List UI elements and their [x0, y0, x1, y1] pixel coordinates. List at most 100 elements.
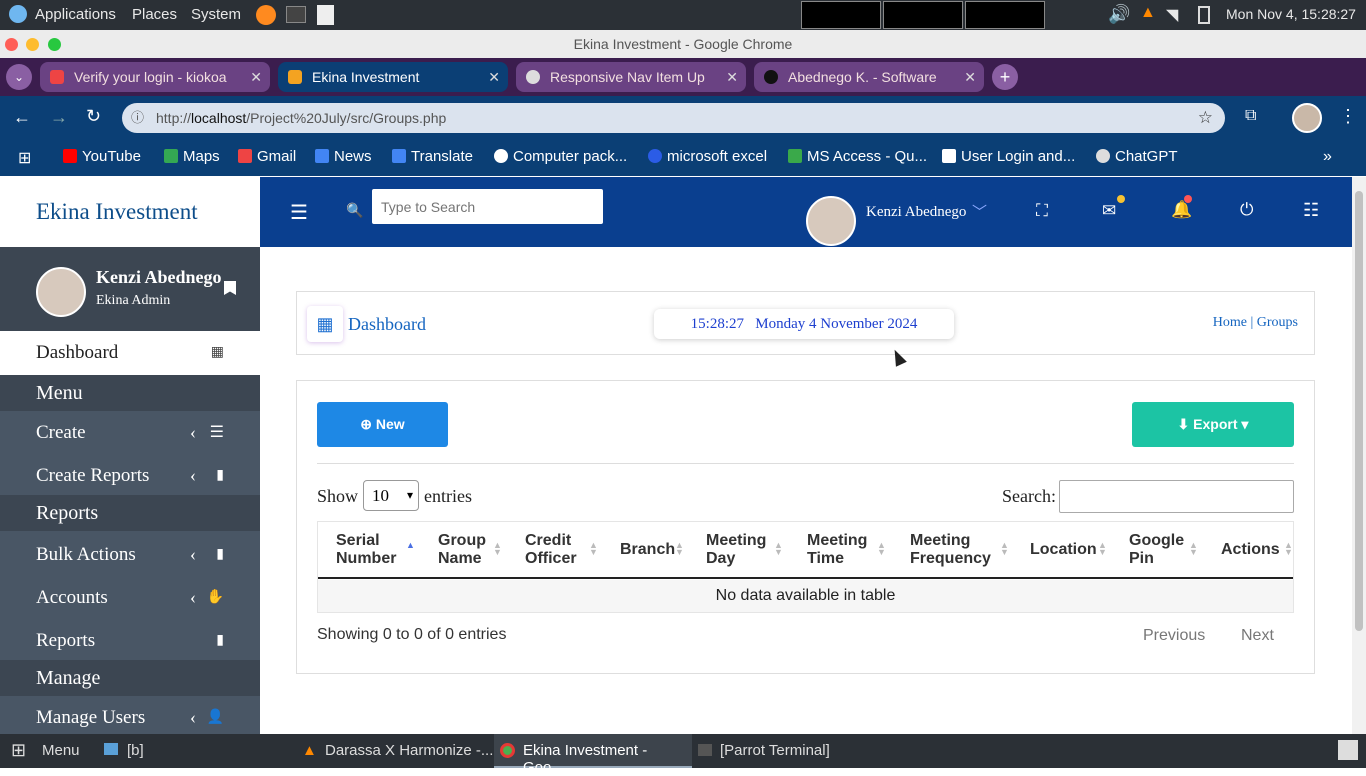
sidebar-item-label: Create Reports	[36, 465, 150, 486]
browser-toolbar: ← → ↻ ⓘ http://localhost/Project%20July/…	[0, 96, 1366, 140]
pagination-next[interactable]: Next	[1241, 627, 1274, 645]
col-meeting-frequency[interactable]: Meeting Frequency ▲ ▼	[910, 522, 1010, 578]
maximize-window-button[interactable]	[48, 38, 61, 51]
chevron-down-icon[interactable]: ﹀	[972, 201, 987, 222]
chrome-icon	[500, 743, 515, 758]
minimize-window-button[interactable]	[26, 38, 39, 51]
chrome-menu-icon[interactable]: ⋮	[1339, 106, 1357, 127]
firefox-icon[interactable]	[256, 5, 276, 25]
list-icon[interactable]: ☷	[1303, 200, 1319, 221]
forward-icon[interactable]: →	[50, 107, 68, 128]
col-meeting-day[interactable]: Meeting Day ▲ ▼	[706, 522, 788, 578]
tab-upwork[interactable]: Abednego K. - Software ✕	[754, 62, 984, 92]
col-group-name[interactable]: Group Name ▲ ▼	[438, 522, 508, 578]
sidebar-item-create-reports[interactable]: Create Reports ‹ ▮	[0, 454, 260, 497]
scroll-thumb[interactable]	[1355, 191, 1363, 631]
sidebar-item-bulk-actions[interactable]: Bulk Actions ‹ ▮	[0, 533, 260, 576]
bookmark-microsoft-excel[interactable]: microsoft excel	[648, 148, 767, 165]
page-scrollbar[interactable]	[1352, 177, 1366, 734]
close-tab-icon[interactable]: ✕	[726, 62, 738, 92]
sidebar-item-dashboard[interactable]: Dashboard ▦	[0, 331, 260, 375]
menu-system[interactable]: System	[191, 6, 241, 23]
search-input[interactable]	[372, 189, 603, 224]
site-icon	[788, 149, 802, 163]
close-tab-icon[interactable]: ✕	[964, 62, 976, 92]
apps-grid-icon[interactable]: ⊞	[18, 148, 31, 168]
avatar[interactable]	[806, 196, 856, 246]
site-info-icon[interactable]: ⓘ	[131, 103, 144, 133]
bookmark-translate[interactable]: Translate	[392, 148, 473, 165]
site-icon	[942, 149, 956, 163]
col-location[interactable]: Location ▲ ▼	[1030, 522, 1110, 578]
reload-icon[interactable]: ↻	[86, 106, 101, 127]
table-search-input[interactable]	[1059, 480, 1294, 513]
taskbar-menu[interactable]: Menu	[42, 742, 80, 759]
fullscreen-icon[interactable]: ⛶	[1036, 201, 1048, 221]
menu-places[interactable]: Places	[132, 6, 177, 23]
tab-gmail[interactable]: Verify your login - kiokoa ✕	[40, 62, 270, 92]
sidebar-item-accounts[interactable]: Accounts ‹ ✋	[0, 576, 260, 619]
close-tab-icon[interactable]: ✕	[488, 62, 500, 92]
pagination-previous[interactable]: Previous	[1143, 627, 1205, 645]
col-google-pin[interactable]: Google Pin ▲ ▼	[1129, 522, 1201, 578]
bookmark-maps[interactable]: Maps	[164, 148, 220, 165]
address-bar[interactable]: ⓘ http://localhost/Project%20July/src/Gr…	[122, 103, 1225, 133]
profile-avatar[interactable]	[1292, 103, 1322, 133]
col-credit-officer[interactable]: Credit Officer ▲ ▼	[525, 522, 603, 578]
extensions-icon[interactable]: ⧉	[1245, 107, 1256, 125]
close-tab-icon[interactable]: ✕	[250, 62, 262, 92]
wifi-icon[interactable]: ◥	[1166, 5, 1178, 25]
brand-logo[interactable]: Ekina Investment	[0, 177, 260, 247]
taskbar-files[interactable]: [b]	[127, 742, 144, 759]
bookmark-user-login[interactable]: User Login and...	[942, 148, 1075, 165]
new-button[interactable]: ⊕ New	[317, 402, 448, 447]
menu-applications[interactable]: Applications	[35, 6, 116, 23]
sidebar-item-create[interactable]: Create ‹ ☰	[0, 411, 260, 454]
taskbar-item-chrome-active[interactable]: Ekina Investment - Goo...	[494, 734, 692, 776]
bookmark-youtube[interactable]: YouTube	[63, 148, 141, 165]
bookmark-label: YouTube	[82, 148, 141, 165]
avatar[interactable]	[36, 267, 86, 317]
col-serial-number[interactable]: Serial Number ▲	[336, 522, 420, 578]
battery-icon[interactable]	[1198, 6, 1210, 24]
bookmark-chatgpt[interactable]: ChatGPT	[1096, 148, 1178, 165]
new-tab-button[interactable]: +	[992, 64, 1018, 90]
col-branch[interactable]: Branch ▲ ▼	[620, 522, 690, 578]
volume-icon[interactable]: 🔊	[1108, 4, 1130, 25]
taskbar-item-music[interactable]: Darassa X Harmonize -...	[325, 742, 493, 759]
bell-icon[interactable]: 🔔	[1171, 200, 1192, 220]
taskbar-item-terminal[interactable]: [Parrot Terminal]	[720, 742, 830, 759]
entries-select[interactable]: 10 ▾	[363, 480, 419, 511]
col-actions[interactable]: Actions ▲ ▼	[1221, 522, 1293, 578]
tab-responsive-nav[interactable]: Responsive Nav Item Up ✕	[516, 62, 746, 92]
col-meeting-time[interactable]: Meeting Time ▲ ▼	[807, 522, 889, 578]
parrot-logo-icon[interactable]	[9, 5, 27, 23]
back-icon[interactable]: ←	[13, 107, 31, 128]
more-bookmarks-icon[interactable]: »	[1323, 148, 1332, 166]
sidebar-item-reports[interactable]: Reports ▮	[0, 619, 260, 662]
hamburger-menu-icon[interactable]: ☰	[290, 200, 308, 225]
vlc-icon[interactable]: ▲	[1140, 4, 1156, 22]
export-button[interactable]: ⬇ Export ▾	[1132, 402, 1294, 447]
bookmark-star-icon[interactable]: ☆	[1198, 103, 1213, 133]
tab-search-button[interactable]: ⌄	[6, 64, 32, 90]
breadcrumb-home[interactable]: Home	[1213, 315, 1247, 330]
bookmark-gmail[interactable]: Gmail	[238, 148, 296, 165]
tab-ekina[interactable]: Ekina Investment ✕	[278, 62, 508, 92]
menu-grid-icon[interactable]: ⊞	[11, 740, 26, 761]
terminal-icon[interactable]	[286, 6, 306, 23]
mail-icon[interactable]: ✉	[1102, 201, 1116, 221]
show-desktop-icon[interactable]	[1338, 740, 1358, 760]
folder-icon[interactable]	[104, 743, 118, 755]
editor-icon[interactable]	[317, 5, 334, 25]
sidebar-item-manage-users[interactable]: Manage Users ‹ 👤	[0, 696, 260, 739]
bookmark-news[interactable]: News	[315, 148, 372, 165]
bookmark-computer-pack[interactable]: Computer pack...	[494, 148, 627, 165]
close-window-button[interactable]	[5, 38, 18, 51]
power-icon[interactable]: ⏻	[1240, 200, 1253, 220]
topnav-user-name[interactable]: Kenzi Abednego	[866, 204, 966, 221]
clock[interactable]: Mon Nov 4, 15:28:27	[1226, 6, 1356, 22]
bookmark-ms-access[interactable]: MS Access - Qu...	[788, 148, 927, 165]
sidebar-item-label: Dashboard	[36, 342, 119, 363]
dashboard-icon: ▦	[210, 345, 224, 360]
